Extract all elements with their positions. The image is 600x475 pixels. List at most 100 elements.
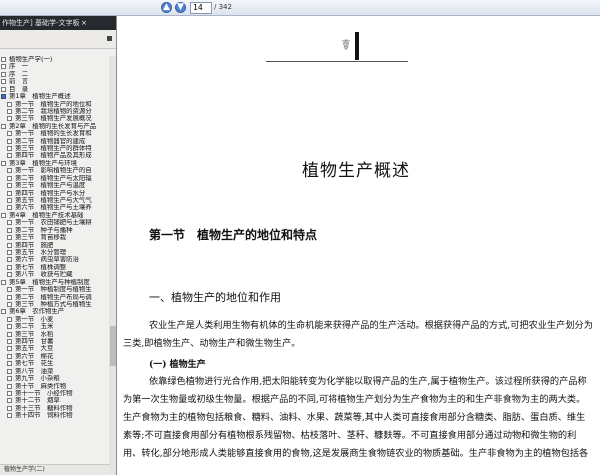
- bookmark-item[interactable]: 第四节 植物产品及其形成: [0, 152, 110, 159]
- bookmark-box-icon[interactable]: [1, 79, 6, 85]
- bookmark-item[interactable]: 第十四节 饲料作物: [0, 412, 110, 419]
- bookmark-item[interactable]: 第四节 甘薯: [0, 338, 110, 345]
- panel-icon[interactable]: [107, 36, 112, 41]
- bookmark-item[interactable]: 第八节 收获与贮藏: [0, 271, 110, 278]
- bookmark-item[interactable]: 序 一: [0, 63, 110, 70]
- bookmark-item[interactable]: 第六节 病虫草害防治: [0, 256, 110, 263]
- bookmark-item[interactable]: 第七节 花生: [0, 360, 110, 367]
- bookmark-box-icon[interactable]: [7, 398, 12, 404]
- bookmark-item[interactable]: 目 录: [0, 86, 110, 93]
- bookmark-item[interactable]: 第九节 小杂粮: [0, 375, 110, 382]
- bookmark-box-icon[interactable]: [7, 376, 12, 382]
- bookmark-item[interactable]: 第四节 植物生产与水分: [0, 190, 110, 197]
- bookmark-box-icon[interactable]: [1, 64, 6, 70]
- bookmark-item[interactable]: 第二节 植物生产布局与调: [0, 294, 110, 301]
- bookmark-item[interactable]: 第一节 植物的生长发育和: [0, 130, 110, 137]
- bookmark-box-icon[interactable]: [7, 190, 12, 196]
- bookmark-item[interactable]: 第八节 油菜: [0, 368, 110, 375]
- bookmark-box-icon[interactable]: [7, 205, 12, 211]
- bookmark-item[interactable]: 第二节 玉米: [0, 323, 110, 330]
- bookmark-item[interactable]: 第一节 影响植物生产的自: [0, 167, 110, 174]
- bookmark-item[interactable]: 第七节 植株调整: [0, 264, 110, 271]
- bookmark-box-icon[interactable]: [7, 153, 12, 159]
- bookmark-item[interactable]: 第4章 植物生产技术基础: [0, 212, 110, 219]
- bookmark-item[interactable]: 植物生产学(一): [0, 56, 110, 63]
- bookmark-box-icon[interactable]: [7, 331, 12, 337]
- bookmark-box-icon[interactable]: [7, 390, 12, 396]
- bookmark-item[interactable]: 前 言: [0, 78, 110, 85]
- bookmark-box-icon[interactable]: [7, 198, 12, 204]
- bookmark-item[interactable]: 第三节 育苗移栽: [0, 234, 110, 241]
- bookmark-box-icon[interactable]: [7, 272, 12, 278]
- bookmark-item[interactable]: 第六节 棉花: [0, 353, 110, 360]
- bookmark-box-icon[interactable]: [1, 212, 6, 218]
- bookmark-box-icon[interactable]: [1, 123, 6, 129]
- bookmark-box-icon[interactable]: [7, 131, 12, 137]
- bookmark-box-icon[interactable]: [7, 175, 12, 181]
- bookmark-box-icon[interactable]: [7, 316, 12, 322]
- bookmark-item[interactable]: 第一节 种植制度与植物生: [0, 286, 110, 293]
- bookmark-box-icon[interactable]: [1, 94, 6, 100]
- bookmark-box-icon[interactable]: [1, 160, 6, 166]
- bookmark-box-icon[interactable]: [7, 235, 12, 241]
- bookmark-item[interactable]: 第3章 植物生产与环境: [0, 160, 110, 167]
- bookmark-item[interactable]: 第2章 植物的生长发育与产品: [0, 123, 110, 130]
- bookmark-item[interactable]: 序 二: [0, 71, 110, 78]
- bookmark-box-icon[interactable]: [7, 339, 12, 345]
- bookmark-box-icon[interactable]: [7, 220, 12, 226]
- bookmark-box-icon[interactable]: [7, 405, 12, 411]
- bookmark-box-icon[interactable]: [7, 168, 12, 174]
- bookmark-item[interactable]: 第二节 植物器官的建成: [0, 138, 110, 145]
- bookmark-box-icon[interactable]: [1, 309, 6, 315]
- bookmark-box-icon[interactable]: [7, 108, 12, 114]
- bookmark-box-icon[interactable]: [7, 249, 12, 255]
- bookmark-item[interactable]: 第一节 农田铺肥与土壤耕: [0, 219, 110, 226]
- bookmark-box-icon[interactable]: [7, 353, 12, 359]
- bookmark-item[interactable]: 第十三节 糖料作物: [0, 405, 110, 412]
- bookmark-item[interactable]: 第六节 植物生产与土壤养: [0, 204, 110, 211]
- bookmark-item[interactable]: 第一节 植物生产的地位和: [0, 101, 110, 108]
- bookmark-item[interactable]: 第五节 植物生产与大气气: [0, 197, 110, 204]
- close-icon[interactable]: ×: [81, 19, 87, 27]
- bookmark-item[interactable]: 第十一节 小经作物: [0, 390, 110, 397]
- bookmark-item[interactable]: 第一节 小麦: [0, 316, 110, 323]
- bookmark-box-icon[interactable]: [7, 264, 12, 270]
- bookmark-box-icon[interactable]: [7, 183, 12, 189]
- bookmark-box-icon[interactable]: [7, 227, 12, 233]
- bookmark-item[interactable]: 第五节 水分管理: [0, 249, 110, 256]
- bookmark-box-icon[interactable]: [1, 57, 6, 62]
- bookmark-item[interactable]: 第十节 麻类作物: [0, 383, 110, 390]
- bookmark-box-icon[interactable]: [7, 368, 12, 374]
- bookmark-item[interactable]: 第三节 植物生产的群体特: [0, 145, 110, 152]
- scroll-thumb[interactable]: [110, 326, 116, 366]
- next-page-button[interactable]: ▼: [175, 2, 186, 13]
- sidebar-scrollbar[interactable]: [109, 56, 116, 475]
- bookmark-box-icon[interactable]: [1, 71, 6, 77]
- page-number-input[interactable]: 14: [190, 2, 212, 14]
- bookmark-item[interactable]: 第三节 水稻: [0, 331, 110, 338]
- bookmark-box-icon[interactable]: [7, 361, 12, 367]
- sidebar-bottom-item[interactable]: 植物生产学(二): [0, 464, 110, 475]
- prev-page-button[interactable]: ▲: [161, 2, 172, 13]
- bookmark-item[interactable]: 第二节 种子与播种: [0, 227, 110, 234]
- bookmark-item[interactable]: 第三节 植物生产发展概况: [0, 115, 110, 122]
- bookmark-box-icon[interactable]: [7, 324, 12, 330]
- bookmark-item[interactable]: 第三节 植物生产与温度: [0, 182, 110, 189]
- bookmark-item[interactable]: 第五节 大豆: [0, 345, 110, 352]
- bookmark-box-icon[interactable]: [7, 101, 12, 107]
- bookmark-item[interactable]: 第二节 植物生产与太阳辐: [0, 175, 110, 182]
- bookmark-item[interactable]: 第十二节 烟草: [0, 397, 110, 404]
- bookmark-box-icon[interactable]: [7, 413, 12, 419]
- bookmark-box-icon[interactable]: [1, 279, 6, 285]
- bookmark-item[interactable]: 第6章 农作物生产: [0, 308, 110, 315]
- bookmark-box-icon[interactable]: [7, 116, 12, 122]
- bookmark-box-icon[interactable]: [7, 301, 12, 307]
- bookmark-item[interactable]: 第二节 栽培植物的资源分: [0, 108, 110, 115]
- bookmark-box-icon[interactable]: [7, 383, 12, 389]
- bookmark-item[interactable]: 第四节 施肥: [0, 242, 110, 249]
- bookmark-box-icon[interactable]: [7, 242, 12, 248]
- bookmark-item[interactable]: 第三节 种植方式与植物生: [0, 301, 110, 308]
- bookmark-item[interactable]: 第5章 植物生产与种植制度: [0, 279, 110, 286]
- bookmark-box-icon[interactable]: [7, 294, 12, 300]
- bookmark-box-icon[interactable]: [7, 257, 12, 263]
